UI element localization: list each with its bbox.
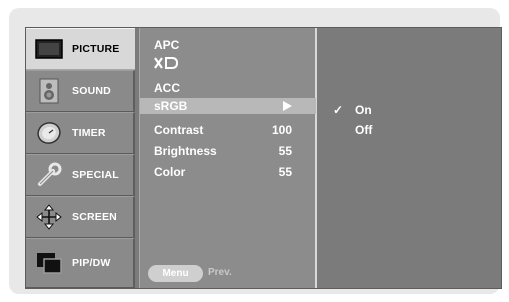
speaker-icon	[30, 76, 68, 106]
menu-item-label: Color	[154, 165, 186, 179]
option-label: On	[355, 103, 372, 117]
menu-item-label: ACC	[154, 81, 180, 95]
monitor-icon	[30, 34, 68, 64]
clock-icon	[30, 118, 68, 148]
option-on[interactable]: ✓ On	[319, 102, 419, 118]
check-icon: ✓	[333, 103, 344, 117]
prev-label: Prev.	[208, 267, 232, 278]
tab-timer[interactable]: TIMER	[26, 112, 135, 154]
picture-menu: APC ACC sRGB Contrast 100 Brightness 55 …	[139, 28, 317, 288]
osd-window: PICTURE SOUND TIMER SPECIAL SCREEN PIP/D…	[26, 28, 501, 288]
xd-logo-icon	[154, 56, 179, 74]
wrench-icon	[30, 160, 68, 190]
menu-item-brightness[interactable]: Brightness 55	[140, 143, 316, 159]
menu-item-apc[interactable]: APC	[140, 37, 316, 53]
srgb-submenu: ✓ On Off	[319, 28, 501, 288]
tab-picture[interactable]: PICTURE	[26, 28, 135, 70]
menu-item-acc[interactable]: ACC	[140, 80, 316, 96]
option-off[interactable]: Off	[319, 122, 419, 138]
menu-item-color[interactable]: Color 55	[140, 164, 316, 180]
menu-item-label: APC	[154, 38, 180, 52]
category-tabs: PICTURE SOUND TIMER SPECIAL SCREEN PIP/D…	[26, 28, 135, 288]
tab-sound[interactable]: SOUND	[26, 70, 135, 112]
tab-pip-dw[interactable]: PIP/DW	[26, 238, 135, 288]
menu-button[interactable]: Menu	[148, 265, 203, 282]
menu-item-srgb[interactable]: sRGB	[140, 98, 316, 114]
tab-label: SOUND	[72, 85, 111, 97]
move-arrows-icon	[30, 202, 68, 232]
menu-item-label: Contrast	[154, 123, 204, 137]
submenu-arrow-icon	[283, 101, 292, 111]
menu-item-value: 55	[278, 144, 292, 158]
menu-item-label: sRGB	[154, 99, 188, 113]
tab-label: SCREEN	[72, 211, 117, 223]
option-label: Off	[355, 123, 373, 137]
menu-item-label: Brightness	[154, 144, 217, 158]
menu-item-value: 55	[278, 165, 292, 179]
tab-label: TIMER	[72, 127, 106, 139]
tab-label: PIP/DW	[72, 257, 111, 269]
tab-screen[interactable]: SCREEN	[26, 196, 135, 238]
menu-item-contrast[interactable]: Contrast 100	[140, 122, 316, 138]
tab-label: SPECIAL	[72, 169, 119, 181]
tab-special[interactable]: SPECIAL	[26, 154, 135, 196]
pip-icon	[30, 248, 68, 278]
tab-label: PICTURE	[72, 43, 120, 55]
menu-item-value: 100	[271, 123, 292, 137]
